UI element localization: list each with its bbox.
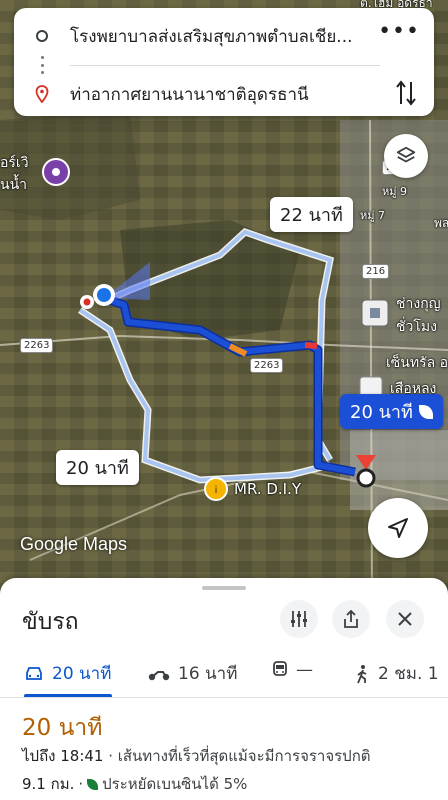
close-icon [398, 612, 412, 626]
close-button[interactable] [386, 600, 424, 638]
route-distance-line: 9.1 กม. · ประหยัดเบนซินได้ 5% [22, 772, 247, 796]
poi-label-mrdiy[interactable]: MR. D.I.Y [234, 480, 301, 498]
poi-label: อร์เวิ [0, 155, 29, 171]
route-chip-main-label: 20 นาที [350, 402, 413, 423]
more-horiz-icon: ••• [378, 19, 420, 44]
route-arrival-line: ไปถึง 18:41 · เส้นทางที่เร็วที่สุดแม้จะม… [22, 744, 371, 768]
leaf-icon [418, 404, 433, 419]
poi-label: เสือหลง [390, 381, 437, 397]
layers-button[interactable] [384, 134, 428, 178]
poi-label: หมู่ 7 [360, 209, 385, 222]
walk-icon [357, 664, 367, 683]
recenter-button[interactable] [368, 498, 428, 558]
directions-search-card: โรงพยาบาลส่งเสริมสุขภาพตำบลเชีย... ท่าอา… [14, 8, 434, 116]
route-chip-alt2[interactable]: 20 นาที [56, 450, 139, 485]
origin-circle-icon [36, 30, 48, 42]
poi-label: นน้ำ [0, 177, 28, 193]
sheet-title: ขับรถ [22, 609, 79, 635]
poi-label: ช่างกุญ [396, 296, 441, 312]
google-maps-logo: Google Maps [20, 534, 128, 554]
poi-label: เซ็นทรัล อ [386, 355, 448, 371]
tab-transit-label: — [296, 660, 313, 680]
sheet-drag-handle[interactable] [202, 586, 246, 590]
layers-icon [396, 146, 416, 163]
swap-button[interactable] [394, 78, 418, 108]
navigation-arrow-icon [388, 518, 408, 538]
travel-mode-tabs: 20 นาที 16 นาที — 2 ชม. 1 [0, 648, 448, 698]
tab-transit[interactable]: — [272, 660, 313, 680]
tab-walking-label: 2 ชม. 1 [378, 664, 439, 684]
directions-bottom-sheet: ขับรถ 20 นาที 16 นาที — 2 ชม. 1 20 นาที … [0, 578, 448, 800]
route-chip-alt1[interactable]: 22 นาที [270, 197, 353, 232]
fuel-saving-note: ประหยัดเบนซินได้ 5% [102, 775, 248, 793]
car-icon [26, 666, 42, 680]
more-options-button[interactable]: ••• [378, 19, 420, 44]
origin-text: โรงพยาบาลส่งเสริมสุขภาพตำบลเชีย... [70, 26, 353, 47]
share-icon [344, 609, 358, 628]
road-shield: 2263 [20, 338, 54, 353]
road-shield: 2263 [250, 358, 284, 373]
active-tab-indicator [24, 694, 112, 697]
route-distance: 9.1 กม. [22, 775, 75, 793]
poi-label: พล [434, 216, 448, 230]
destination-field[interactable]: ท่าอากาศยานนานาชาติอุดรธานี [14, 72, 434, 116]
destination-pin-icon [35, 85, 49, 103]
share-button[interactable] [332, 600, 370, 638]
arrival-time: ไปถึง 18:41 [22, 747, 104, 765]
separator-dot: · [78, 775, 84, 793]
destination-text: ท่าอากาศยานนานาชาติอุดรธานี [70, 84, 309, 105]
tune-icon [291, 611, 307, 627]
route-duration: 20 นาที [22, 715, 103, 741]
route-options-button[interactable] [280, 600, 318, 638]
poi-label: หมู่ 9 [382, 185, 407, 198]
divider [70, 65, 380, 66]
swap-vert-icon [396, 80, 416, 106]
route-description: · เส้นทางที่เร็วที่สุดแม้จะมีการจราจรปกต… [103, 747, 371, 765]
tab-motorcycle[interactable]: 16 นาที [148, 660, 237, 687]
motorcycle-icon [148, 670, 170, 680]
tab-driving[interactable]: 20 นาที [24, 660, 111, 687]
poi-label: ชั่วโมง [396, 319, 437, 335]
origin-field[interactable]: โรงพยาบาลส่งเสริมสุขภาพตำบลเชีย... [14, 14, 434, 58]
tab-motorcycle-label: 16 นาที [178, 664, 238, 684]
road-shield: 216 [362, 264, 390, 279]
svg-text:i: i [215, 485, 218, 496]
transit-icon [273, 661, 287, 676]
tab-walking[interactable]: 2 ชม. 1 [354, 660, 439, 687]
leaf-icon [87, 778, 99, 790]
tab-driving-label: 20 นาที [52, 664, 112, 684]
